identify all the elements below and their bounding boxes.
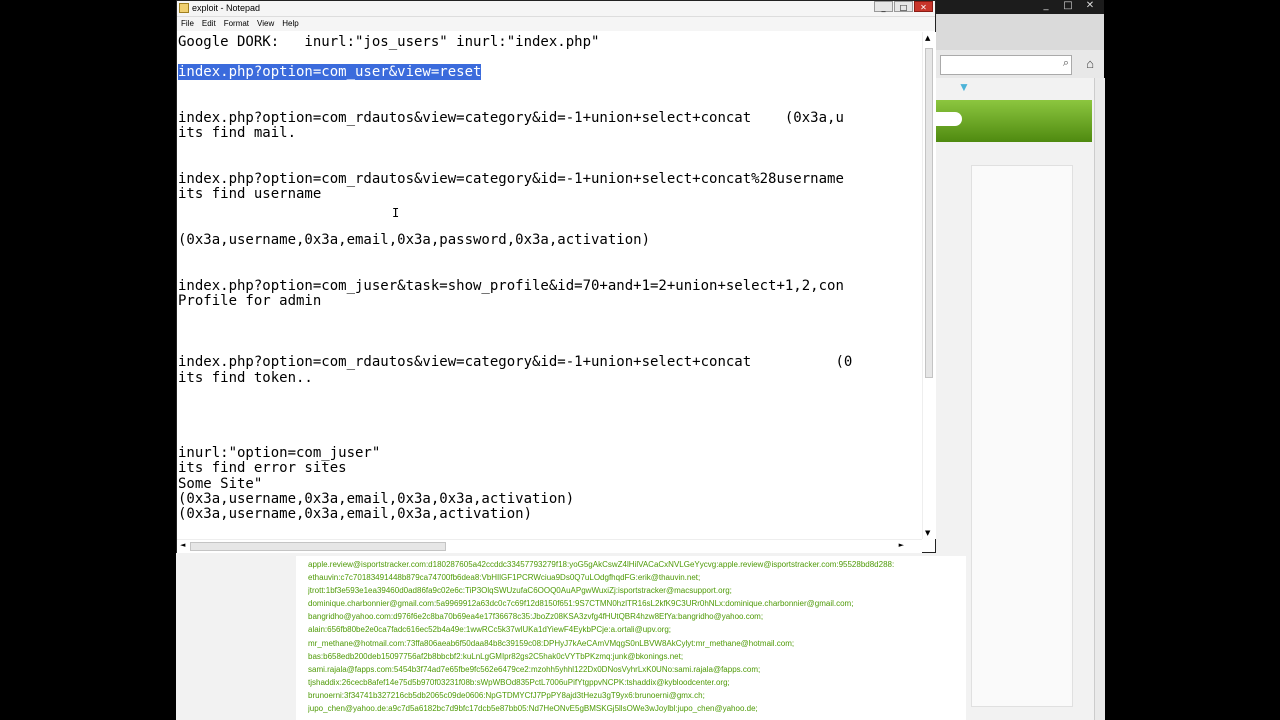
- page-content: apple.review@isportstracker.com:d1802876…: [296, 556, 966, 720]
- leaked-data-line: sami.rajala@fapps.com:5454b3f74ad7e65fbe…: [308, 664, 761, 674]
- vertical-scrollbar[interactable]: ▲ ▼: [922, 32, 936, 539]
- notepad-titlebar[interactable]: exploit - Notepad _ □ ✕: [177, 1, 935, 17]
- vertical-scroll-thumb[interactable]: [925, 48, 933, 378]
- notepad-window: exploit - Notepad _ □ ✕ File Edit Format…: [176, 0, 936, 553]
- leaked-data-line: jtrott:1bf3e593e1ea39460d0ad86fa9c02e6c:…: [308, 586, 732, 596]
- notepad-window-controls: _ □ ✕: [874, 1, 933, 13]
- menu-edit[interactable]: Edit: [198, 17, 220, 31]
- text-line: Some Site": [178, 476, 263, 492]
- scroll-up-icon[interactable]: ▲: [925, 34, 930, 42]
- arrow-icon: ▼: [958, 80, 970, 94]
- leaked-data-line: mr_methane@hotmail.com:73ffa806aeab6f50d…: [308, 638, 795, 648]
- leaked-data-line: alain:656fb80be2e0ca7fadc616ec52b4a49e:1…: [308, 625, 672, 635]
- close-icon[interactable]: ✕: [1080, 0, 1100, 12]
- banner-button[interactable]: [936, 112, 962, 126]
- horizontal-scrollbar[interactable]: ◄ ►: [177, 539, 922, 553]
- text-line: (0x3a,username,0x3a,email,0x3a,activatio…: [178, 506, 533, 522]
- browser-scrollbar[interactable]: [1094, 78, 1105, 720]
- text-line: inurl:"option=com_juser": [178, 445, 381, 461]
- leaked-data-line: ethauvin:c7c70183491448b879ca74700fb6dea…: [308, 573, 701, 583]
- minimize-icon[interactable]: _: [1036, 0, 1056, 12]
- menu-view[interactable]: View: [253, 17, 278, 31]
- close-button[interactable]: ✕: [914, 1, 933, 12]
- text-line: its find token..: [178, 370, 313, 386]
- leaked-data-line: jupo_chen@yahoo.de:a9c7d5a6182bc7d9bfc17…: [308, 704, 758, 714]
- scroll-right-icon[interactable]: ►: [899, 541, 904, 549]
- search-icon[interactable]: ⌕: [1063, 57, 1069, 70]
- maximize-button[interactable]: □: [894, 1, 913, 12]
- text-line: index.php?option=com_juser&task=show_pro…: [178, 278, 844, 294]
- leaked-data-line: apple.review@isportstracker.com:d1802876…: [308, 560, 895, 569]
- minimize-button[interactable]: _: [874, 1, 893, 12]
- text-line: its find username: [178, 186, 322, 202]
- browser-tabstrip: [936, 14, 1104, 50]
- text-line: its find mail.: [178, 125, 297, 141]
- menu-bar: File Edit Format View Help: [177, 17, 935, 31]
- text-line: Profile for admin: [178, 293, 322, 309]
- text-line: index.php?option=com_rdautos&view=catego…: [178, 110, 844, 126]
- text-line: its find error sites: [178, 460, 347, 476]
- scroll-left-icon[interactable]: ◄: [180, 541, 185, 549]
- menu-help[interactable]: Help: [278, 17, 302, 31]
- maximize-icon[interactable]: □: [1058, 0, 1078, 12]
- leaked-data-line: bas:b658edb200deb15097756af2b8bbcbf2:kuL…: [308, 651, 684, 661]
- text-line: Google DORK: inurl:"jos_users" inurl:"in…: [178, 34, 600, 50]
- green-banner: [936, 100, 1092, 142]
- text-line: (0x3a,username,0x3a,email,0x3a,0x3a,acti…: [178, 491, 575, 507]
- address-bar[interactable]: ⌕: [940, 55, 1072, 75]
- leaked-data-line: brunoerni:3f34741b327216cb5db2065c09de06…: [308, 690, 705, 700]
- leaked-data-line: tjshaddix:26cecb8afef14e75d5b970f03231f0…: [308, 677, 730, 687]
- leaked-data-list: apple.review@isportstracker.com:d1802876…: [308, 558, 968, 715]
- side-panel: [971, 165, 1073, 707]
- leaked-data-line: bangridho@yahoo.com:d976f6e2c8ba70b69ea4…: [308, 612, 764, 622]
- home-icon[interactable]: ⌂: [1081, 55, 1099, 73]
- text-line: (0x3a,username,0x3a,email,0x3a,password,…: [178, 232, 651, 248]
- scroll-down-icon[interactable]: ▼: [925, 529, 930, 537]
- menu-format[interactable]: Format: [220, 17, 253, 31]
- selected-text-line: index.php?option=com_user&view=reset: [178, 64, 482, 80]
- ibeam-cursor-icon: I: [392, 206, 400, 220]
- notepad-icon: [179, 3, 189, 13]
- leaked-data-line: dominique.charbonnier@gmail.com:5a996991…: [308, 599, 854, 609]
- menu-file[interactable]: File: [177, 17, 198, 31]
- text-line: index.php?option=com_rdautos&view=catego…: [178, 171, 844, 187]
- text-line: index.php?option=com_rdautos&view=catego…: [178, 354, 853, 370]
- browser-window-controls: _ □ ✕: [1036, 0, 1100, 14]
- text-editor[interactable]: Google DORK: inurl:"jos_users" inurl:"in…: [177, 32, 922, 539]
- horizontal-scroll-thumb[interactable]: [190, 542, 446, 551]
- window-title: exploit - Notepad: [192, 3, 261, 13]
